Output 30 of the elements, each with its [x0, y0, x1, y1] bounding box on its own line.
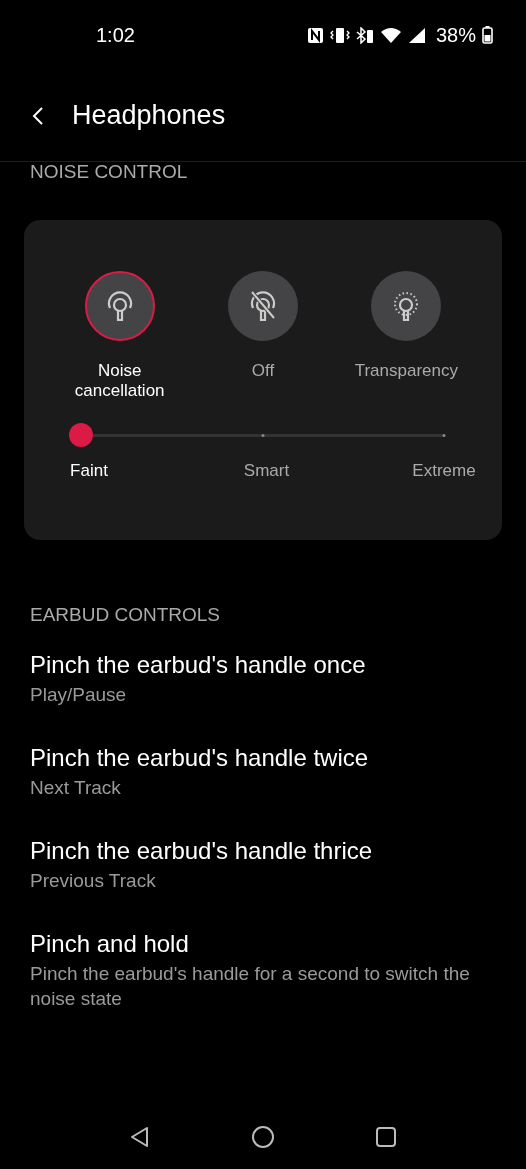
mode-label: Transparency — [353, 361, 459, 381]
setting-value: Previous Track — [30, 869, 157, 893]
battery-icon — [482, 26, 493, 44]
setting-value: Play/Pause — [30, 683, 128, 707]
status-time: 1:02 — [96, 23, 135, 47]
setting-value: Pinch the earbud's handle for a second to switch the noise state — [30, 962, 471, 1011]
setting-title[interactable]: Pinch the earbud's handle twice — [30, 741, 500, 775]
back-icon — [32, 105, 44, 126]
setting-title[interactable]: Pinch and hold — [30, 927, 500, 961]
wifi-icon — [379, 26, 402, 44]
level-label: Smart — [242, 461, 291, 481]
section-heading: NOISE CONTROL — [29, 162, 189, 184]
level-label: Faint — [69, 461, 109, 481]
mode-label: Noise cancellation — [73, 361, 166, 401]
battery-percentage: 38% — [435, 23, 476, 47]
page-title: Headphones — [72, 100, 226, 131]
home-nav-icon[interactable] — [251, 1125, 275, 1149]
nfc-icon — [306, 26, 324, 44]
section-heading: EARBUD CONTROLS — [29, 604, 222, 626]
signal-icon — [407, 26, 426, 44]
vibrate-icon — [329, 26, 350, 44]
slider-thumb[interactable] — [69, 423, 93, 447]
setting-title[interactable]: Pinch the earbud's handle thrice — [30, 834, 500, 868]
bluetooth-icon — [355, 26, 374, 44]
setting-title[interactable]: Pinch the earbud's handle once — [30, 648, 500, 682]
recents-nav-icon[interactable] — [375, 1126, 397, 1148]
level-label: Extreme — [411, 461, 477, 481]
setting-value: Next Track — [30, 776, 122, 800]
back-nav-icon[interactable] — [129, 1126, 151, 1148]
mode-label: Off — [250, 361, 276, 381]
